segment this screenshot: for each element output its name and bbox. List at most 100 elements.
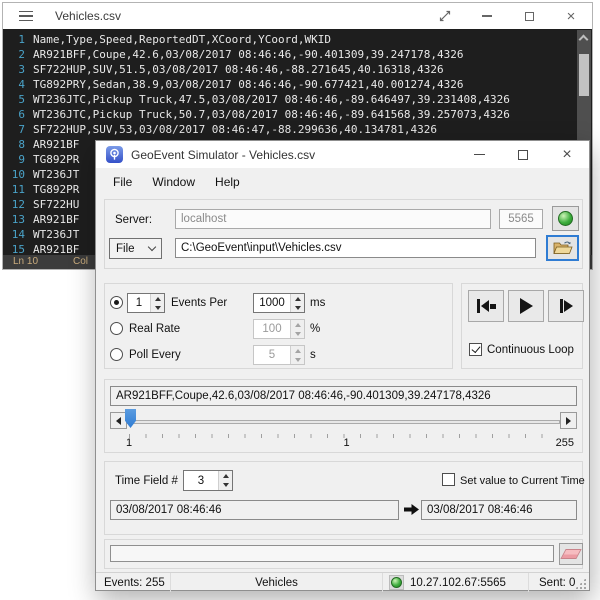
editor-window-controls: × <box>424 3 592 29</box>
arrow-right-icon <box>566 417 571 425</box>
current-event-field[interactable] <box>110 386 577 406</box>
poll-spinner[interactable]: 5 <box>253 345 305 365</box>
code-line[interactable]: 2AR921BFF,Coupe,42.6,03/08/2017 08:46:46… <box>3 47 592 62</box>
status-led-icon <box>391 577 402 588</box>
events-per-radio[interactable] <box>110 296 123 309</box>
playback-group: Continuous Loop <box>461 283 583 369</box>
simulator-statusbar: Events: 255 Vehicles 10.27.102.67:5565 S… <box>96 572 589 592</box>
line-text: AR921BF <box>33 212 79 227</box>
poll-every-label: Poll Every <box>129 347 181 363</box>
status-led-frame <box>389 575 404 590</box>
skip-to-start-button[interactable] <box>468 290 504 322</box>
editor-minimize-button[interactable] <box>466 3 508 29</box>
simulator-titlebar[interactable]: GeoEvent Simulator - Vehicles.csv × <box>96 141 589 168</box>
clear-button[interactable] <box>559 543 583 565</box>
server-group: Server: File <box>104 199 583 269</box>
spinner-value: 3 <box>184 475 218 487</box>
file-path-input[interactable] <box>175 238 536 258</box>
editor-close-button[interactable]: × <box>550 3 592 29</box>
code-line[interactable]: 7SF722HUP,SUV,53,03/08/2017 08:46:47,-88… <box>3 122 592 137</box>
slider-track[interactable] <box>127 420 560 424</box>
menu-window[interactable]: Window <box>152 175 195 189</box>
menu-help[interactable]: Help <box>215 175 240 189</box>
slider-right-button[interactable] <box>560 412 577 429</box>
line-number: 9 <box>3 152 25 167</box>
sim-minimize-button[interactable] <box>457 141 501 168</box>
step-icon <box>560 299 563 313</box>
connection-led-icon <box>558 211 573 226</box>
spinner-value: 1000 <box>254 297 290 309</box>
spin-down-icon[interactable] <box>151 303 164 312</box>
line-text: SF722HUP,SUV,53,03/08/2017 08:46:47,-88.… <box>33 122 437 137</box>
spin-up-icon[interactable] <box>291 294 304 303</box>
editor-maximize-button[interactable] <box>508 3 550 29</box>
line-text: WT236JTC,Pickup Truck,50.7,03/08/2017 08… <box>33 107 510 122</box>
step-button[interactable] <box>548 290 584 322</box>
interval-spinner[interactable]: 1000 <box>253 293 305 313</box>
arrow-left-icon <box>116 417 121 425</box>
spin-down-icon[interactable] <box>219 481 232 491</box>
time-to-field[interactable] <box>421 500 577 520</box>
line-text: SF722HUP,SUV,51.5,03/08/2017 08:46:46,-8… <box>33 62 444 77</box>
line-number: 14 <box>3 227 25 242</box>
slider-left-button[interactable] <box>110 412 127 429</box>
line-number: 5 <box>3 92 25 107</box>
line-number: 11 <box>3 182 25 197</box>
time-from-field[interactable] <box>110 500 399 520</box>
line-number: 1 <box>3 32 25 47</box>
editor-titlebar[interactable]: Vehicles.csv × <box>3 3 592 29</box>
spin-up-icon[interactable] <box>291 320 304 329</box>
server-port-input[interactable] <box>499 209 543 229</box>
browse-file-button[interactable] <box>546 235 579 261</box>
scrollbar-thumb[interactable] <box>579 54 589 96</box>
line-position: Ln 10 <box>13 255 38 269</box>
server-host-input[interactable] <box>175 209 491 229</box>
progress-bar <box>110 545 554 562</box>
menubar: File Window Help <box>96 168 589 195</box>
source-type-select[interactable]: File <box>109 238 162 259</box>
scroll-up-icon[interactable] <box>579 35 589 45</box>
column-position: Col <box>73 255 88 269</box>
spin-up-icon[interactable] <box>291 346 304 355</box>
poll-every-radio[interactable] <box>110 348 123 361</box>
sim-maximize-button[interactable] <box>501 141 545 168</box>
line-number: 8 <box>3 137 25 152</box>
time-field-group: Time Field # 3 Set value to Current Time <box>104 461 583 535</box>
ms-unit-label: ms <box>310 295 325 311</box>
continuous-loop-checkbox[interactable] <box>469 343 482 356</box>
event-slider-group: 1 1 255 <box>104 379 583 453</box>
code-line[interactable]: 4TG892PRY,Sedan,38.9,03/08/2017 08:46:46… <box>3 77 592 92</box>
set-current-time-checkbox[interactable] <box>442 473 455 486</box>
real-rate-spinner[interactable]: 100 <box>253 319 305 339</box>
hamburger-menu-icon[interactable] <box>19 11 33 22</box>
fullscreen-toggle-icon[interactable] <box>424 3 466 29</box>
spin-down-icon[interactable] <box>291 303 304 312</box>
code-line[interactable]: 1 Name,Type,Speed,ReportedDT,XCoord,YCoor… <box>3 32 592 47</box>
time-field-label: Time Field # <box>115 473 178 489</box>
open-folder-icon <box>553 240 573 256</box>
code-line[interactable]: 3SF722HUP,SUV,51.5,03/08/2017 08:46:46,-… <box>3 62 592 77</box>
line-text: Name,Type,Speed,ReportedDT,XCoord,YCoord… <box>33 32 331 47</box>
menu-file[interactable]: File <box>113 175 132 189</box>
line-text: AR921BF <box>33 137 79 152</box>
connect-button[interactable] <box>552 206 579 231</box>
line-number: 10 <box>3 167 25 182</box>
spin-down-icon[interactable] <box>291 355 304 364</box>
time-field-spinner[interactable]: 3 <box>183 470 233 491</box>
spin-up-icon[interactable] <box>219 471 232 481</box>
server-label: Server: <box>115 212 152 228</box>
line-text: TG892PRY,Sedan,38.9,03/08/2017 08:46:46,… <box>33 77 463 92</box>
real-rate-radio[interactable] <box>110 322 123 335</box>
code-line[interactable]: 5WT236JTC,Pickup Truck,47.5,03/08/2017 0… <box>3 92 592 107</box>
events-count-spinner[interactable]: 1 <box>127 293 165 313</box>
spin-down-icon[interactable] <box>291 329 304 338</box>
chevron-down-icon <box>148 243 156 251</box>
rate-group: 1 Events Per 1000 ms Real Rate 100 % Pol… <box>104 283 453 369</box>
geoevent-app-icon <box>106 146 123 163</box>
play-button[interactable] <box>508 290 544 322</box>
code-line[interactable]: 6WT236JTC,Pickup Truck,50.7,03/08/2017 0… <box>3 107 592 122</box>
dataset-name-status: Vehicles <box>171 573 383 592</box>
sim-close-button[interactable]: × <box>545 141 589 168</box>
spin-up-icon[interactable] <box>151 294 164 303</box>
simulator-title: GeoEvent Simulator - Vehicles.csv <box>131 148 315 162</box>
